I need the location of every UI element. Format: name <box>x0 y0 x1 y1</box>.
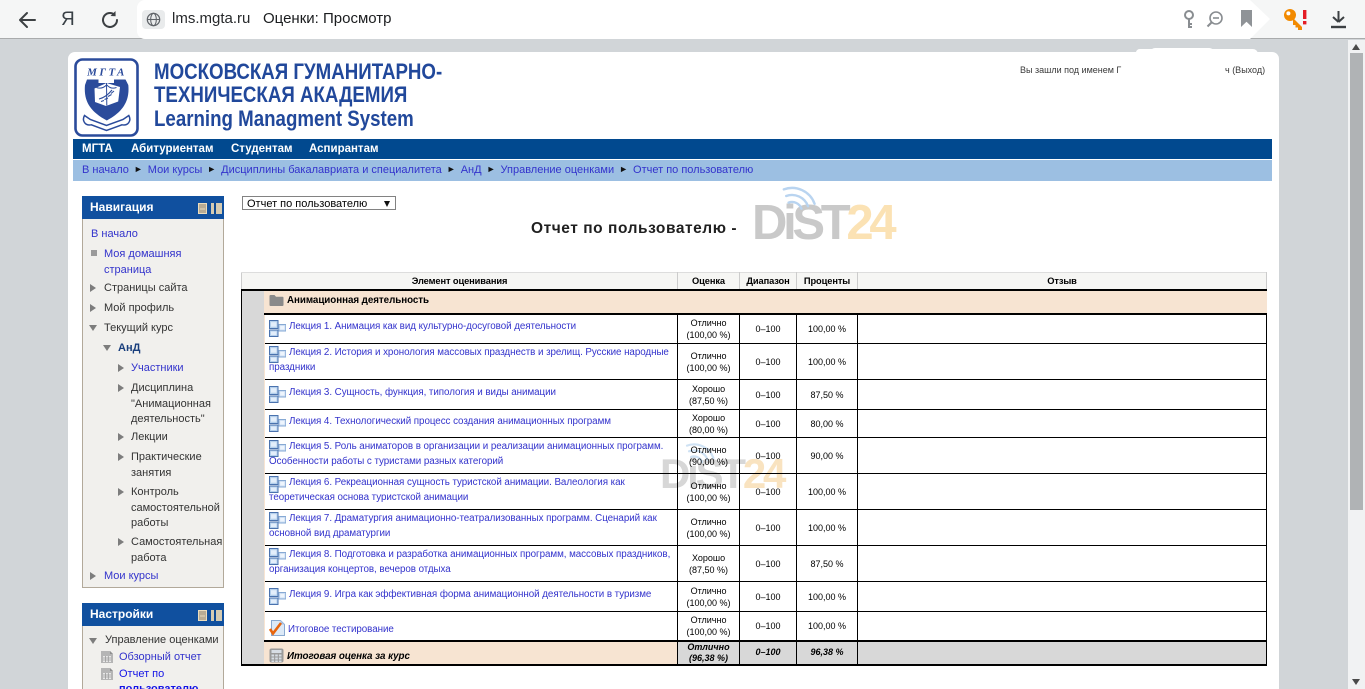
svg-text:МГТА: МГТА <box>86 67 127 79</box>
